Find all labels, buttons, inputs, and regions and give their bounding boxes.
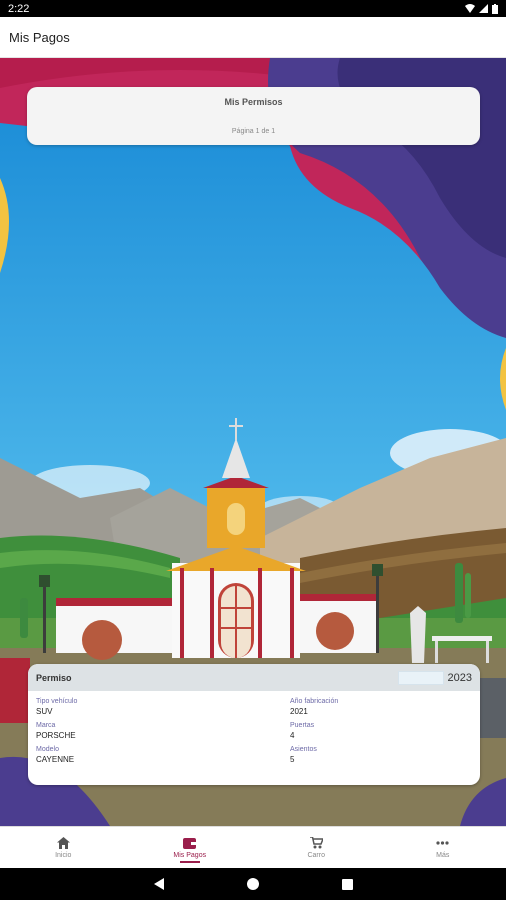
- wallet-icon: [183, 836, 197, 850]
- field-tipo-vehiculo: Tipo vehículo SUV: [36, 697, 290, 717]
- permisos-title: Mis Permisos: [224, 97, 283, 107]
- permit-label: Permiso: [36, 672, 72, 683]
- more-icon: [436, 836, 450, 850]
- status-icons: [465, 3, 498, 14]
- status-bar: 2:22: [0, 0, 506, 17]
- permit-card-header: Permiso 2023: [28, 664, 480, 691]
- home-icon: [56, 836, 70, 850]
- field-label: Modelo: [36, 746, 59, 753]
- field-anio-fabricacion: Año fabricación 2021: [290, 697, 472, 717]
- permit-year: 2023: [447, 671, 472, 684]
- field-value: 4: [290, 731, 295, 740]
- field-label: Tipo vehículo: [36, 698, 78, 705]
- pagination-label: Página 1 de 1: [231, 128, 276, 135]
- year-highlight: [397, 670, 444, 685]
- field-asientos: Asientos 5: [290, 745, 472, 765]
- permit-card[interactable]: Permiso 2023 Tipo vehículo SUV Año fabri…: [28, 664, 480, 785]
- field-value: SUV: [36, 707, 53, 716]
- nav-label: Carro: [307, 852, 325, 859]
- permisos-card: Mis Permisos Página 1 de 1: [27, 87, 480, 145]
- field-puertas: Puertas 4: [290, 721, 472, 741]
- field-value: CAYENNE: [36, 755, 75, 764]
- recents-icon: [341, 878, 353, 890]
- app-bar: Mis Pagos: [0, 17, 506, 58]
- field-value: 2021: [290, 707, 308, 716]
- nav-label: Más: [436, 852, 450, 859]
- field-modelo: Modelo CAYENNE: [36, 745, 290, 765]
- page-title: Mis Pagos: [9, 29, 70, 45]
- field-label: Año fabricación: [290, 698, 339, 705]
- permit-details: Tipo vehículo SUV Año fabricación 2021 M…: [28, 691, 480, 771]
- field-value: 5: [290, 755, 295, 764]
- signal-icon: [479, 4, 488, 13]
- recents-button[interactable]: [339, 876, 355, 892]
- bottom-navigation: Inicio Mis Pagos Carro Más: [0, 826, 506, 868]
- system-navigation-bar: [0, 868, 506, 900]
- nav-item-mis-pagos[interactable]: Mis Pagos: [127, 827, 254, 868]
- back-icon: [154, 878, 164, 890]
- field-label: Puertas: [290, 722, 315, 729]
- field-label: Asientos: [290, 746, 317, 753]
- cart-icon: [309, 836, 323, 850]
- nav-label: Mis Pagos: [173, 852, 207, 859]
- status-time: 2:22: [8, 2, 30, 15]
- field-value: PORSCHE: [36, 731, 76, 740]
- home-button[interactable]: [245, 876, 261, 892]
- wifi-icon: [465, 4, 475, 13]
- field-marca: Marca PORSCHE: [36, 721, 290, 741]
- permit-year-wrap: 2023: [397, 670, 472, 685]
- home-circle-icon: [247, 878, 259, 890]
- nav-item-inicio[interactable]: Inicio: [0, 827, 127, 868]
- nav-item-mas[interactable]: Más: [380, 827, 506, 868]
- nav-label: Inicio: [55, 852, 72, 859]
- nav-item-carro[interactable]: Carro: [253, 827, 380, 868]
- field-label: Marca: [36, 722, 56, 729]
- battery-icon: [492, 3, 498, 14]
- back-button[interactable]: [151, 876, 167, 892]
